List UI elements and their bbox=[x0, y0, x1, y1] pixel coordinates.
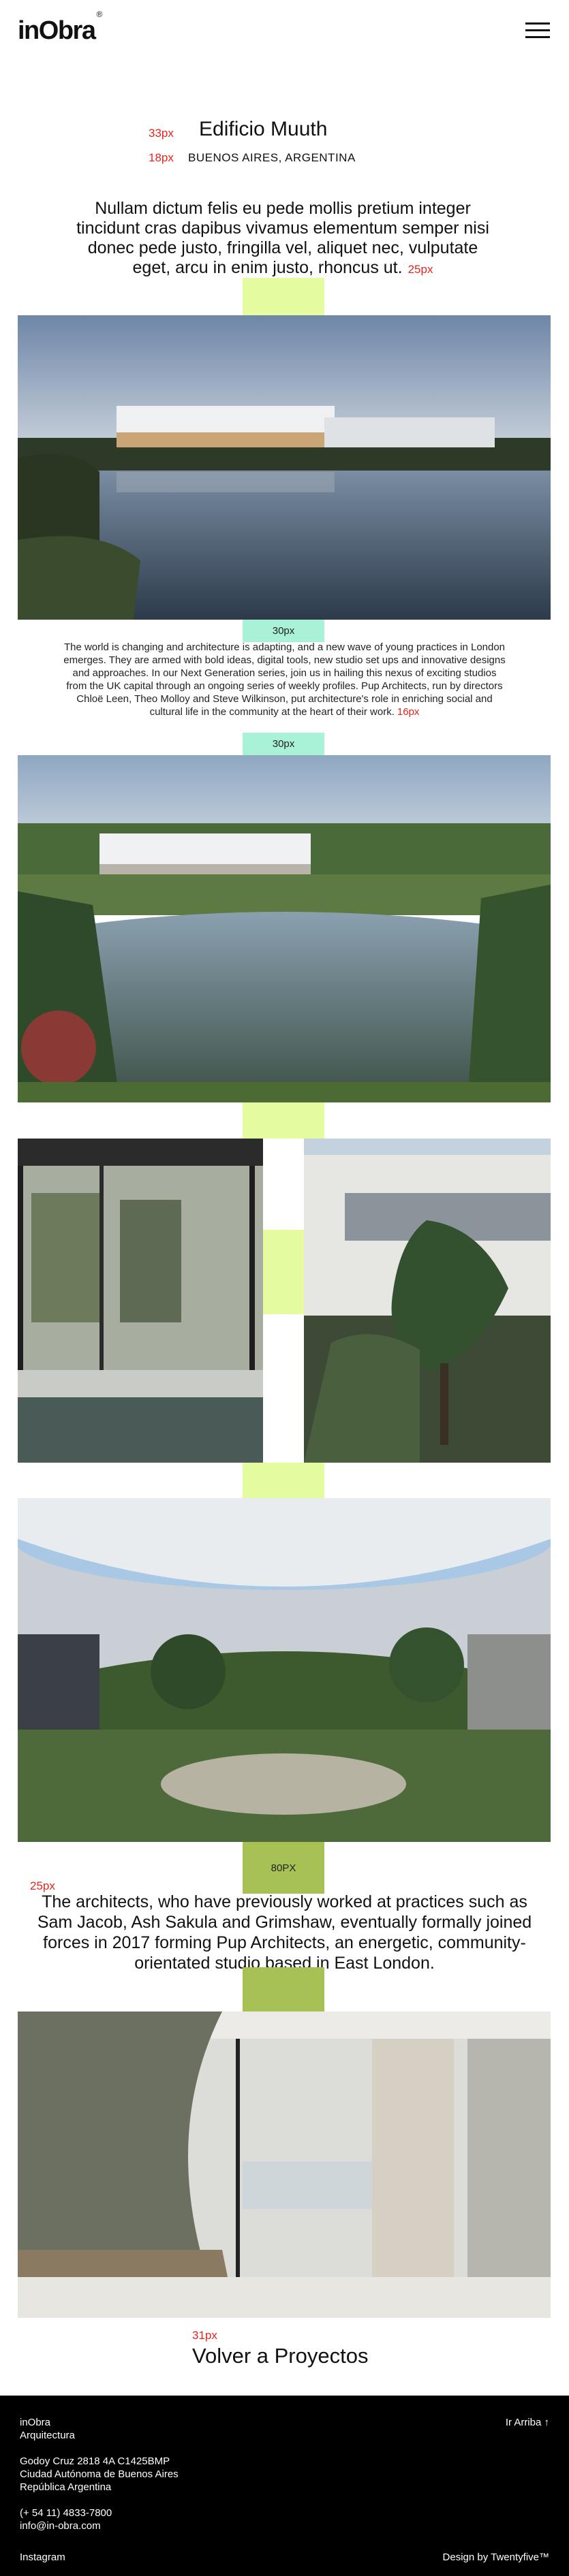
spacer-block bbox=[243, 1102, 324, 1139]
footer-brand-sub: Arquitectura bbox=[20, 2430, 75, 2441]
footer-brand: inObra bbox=[20, 2417, 51, 2428]
project-photo-exterior-dusk bbox=[18, 315, 551, 620]
footer-address-line-1: Godoy Cruz 2818 4A C1425BMP bbox=[20, 2455, 170, 2467]
title-size-annotation: 33px bbox=[149, 127, 174, 140]
logo-text: inObra bbox=[18, 16, 96, 45]
spacer-block bbox=[243, 1463, 324, 1498]
project-body-paragraph: The world is changing and architecture i… bbox=[63, 641, 506, 718]
footer-address-line-3: República Argentina bbox=[20, 2481, 112, 2493]
spacer-block bbox=[263, 1230, 304, 1314]
spacer-block bbox=[243, 278, 324, 315]
lead-size-annotation: 25px bbox=[407, 263, 433, 276]
project-lead-paragraph: Nullam dictum felis eu pede mollis preti… bbox=[76, 199, 489, 277]
spacer-block-80px: 80PX bbox=[243, 1842, 324, 1894]
project-page: inObra® 33px Edificio Muuth 18px BUENOS … bbox=[0, 0, 569, 2576]
project-location: BUENOS AIRES, ARGENTINA bbox=[188, 151, 356, 164]
spacer-block-30px: 30px bbox=[243, 733, 324, 755]
location-size-annotation: 18px bbox=[149, 151, 174, 164]
body-size-annotation: 16px bbox=[397, 706, 420, 718]
footer-phone[interactable]: (+ 54 11) 4833-7800 bbox=[20, 2507, 112, 2519]
back-size-annotation: 31px bbox=[192, 2329, 217, 2342]
hamburger-menu-icon[interactable] bbox=[525, 22, 550, 39]
design-credit-link[interactable]: Design by Twentyfive™ bbox=[443, 2551, 549, 2564]
back-to-top-link[interactable]: Ir Arriba ↑ bbox=[506, 2416, 549, 2429]
footer-email[interactable]: info@in-obra.com bbox=[20, 2519, 101, 2532]
footer: inObra Arquitectura Godoy Cruz 2818 4A C… bbox=[0, 2396, 569, 2576]
registered-mark: ® bbox=[96, 10, 102, 20]
project-photo-courtyard-oculus bbox=[18, 1498, 551, 1842]
spacer-block-30px: 30px bbox=[243, 620, 324, 642]
project-quote-paragraph: The architects, who have previously work… bbox=[37, 1892, 532, 1973]
quote-size-annotation: 25px bbox=[30, 1879, 55, 1892]
instagram-link[interactable]: Instagram bbox=[20, 2551, 65, 2564]
project-photo-interior-curve bbox=[18, 2011, 551, 2318]
footer-address-line-2: Ciudad Autónoma de Buenos Aires bbox=[20, 2468, 179, 2480]
project-title: Edificio Muuth bbox=[199, 118, 328, 140]
spacer-block bbox=[243, 1967, 324, 2011]
project-photo-courtyard-tree bbox=[304, 1139, 551, 1463]
back-to-projects-link[interactable]: Volver a Proyectos bbox=[192, 2344, 368, 2368]
project-photo-glass-corridor bbox=[18, 1139, 263, 1463]
logo[interactable]: inObra® bbox=[18, 10, 102, 46]
project-photo-pond bbox=[18, 755, 551, 1102]
